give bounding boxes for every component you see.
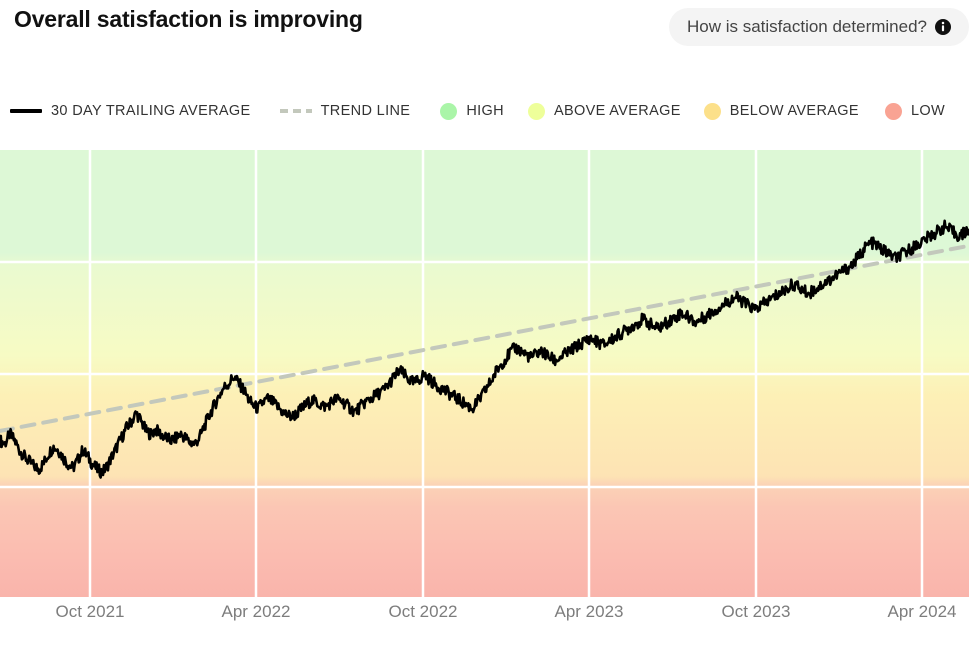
high-dot-icon (440, 102, 458, 120)
legend-item-low: LOW (884, 102, 946, 120)
legend-item-above-average: ABOVE AVERAGE (527, 102, 681, 120)
low-dot-icon (884, 102, 902, 120)
legend-label: BELOW AVERAGE (729, 103, 859, 119)
trend-line-path (0, 243, 969, 433)
x-tick-label: Apr 2024 (887, 602, 957, 621)
x-tick-label: Oct 2023 (721, 602, 791, 621)
x-tick-label: Oct 2021 (55, 602, 125, 621)
above-average-dot-icon (527, 102, 545, 120)
page-title: Overall satisfaction is improving (14, 6, 363, 32)
legend-label: 30 DAY TRAILING AVERAGE (51, 103, 251, 119)
chart-page: Overall satisfaction is improving How is… (0, 0, 969, 649)
info-circle-icon (935, 19, 951, 35)
solid-line-icon (10, 109, 42, 113)
chart-header: Overall satisfaction is improving How is… (0, 0, 969, 58)
legend-label: ABOVE AVERAGE (553, 103, 681, 119)
x-tick-label: Apr 2022 (221, 602, 291, 621)
chart-legend: 30 DAY TRAILING AVERAGE TREND LINE HIGH … (10, 98, 969, 124)
chart-x-axis: Oct 2021 Apr 2022 Oct 2022 Apr 2023 Oct … (0, 597, 969, 649)
help-button-label: How is satisfaction determined? (686, 17, 927, 36)
legend-label: LOW (910, 103, 946, 119)
x-tick-label: Apr 2023 (554, 602, 624, 621)
legend-item-trend-line: TREND LINE (279, 103, 411, 119)
trailing-average-line-path (0, 219, 969, 479)
how-is-satisfaction-determined-button[interactable]: How is satisfaction determined? (668, 8, 969, 46)
x-tick-label: Oct 2022 (388, 602, 458, 621)
legend-label: HIGH (466, 103, 504, 119)
below-average-dot-icon (703, 102, 721, 120)
legend-item-below-average: BELOW AVERAGE (703, 102, 859, 120)
dashed-line-icon (279, 109, 312, 113)
chart-series-layer (0, 219, 969, 479)
legend-item-trailing-average: 30 DAY TRAILING AVERAGE (10, 103, 251, 119)
chart-plot-area (0, 150, 969, 597)
legend-item-high: HIGH (440, 102, 504, 120)
legend-label: TREND LINE (320, 103, 411, 119)
